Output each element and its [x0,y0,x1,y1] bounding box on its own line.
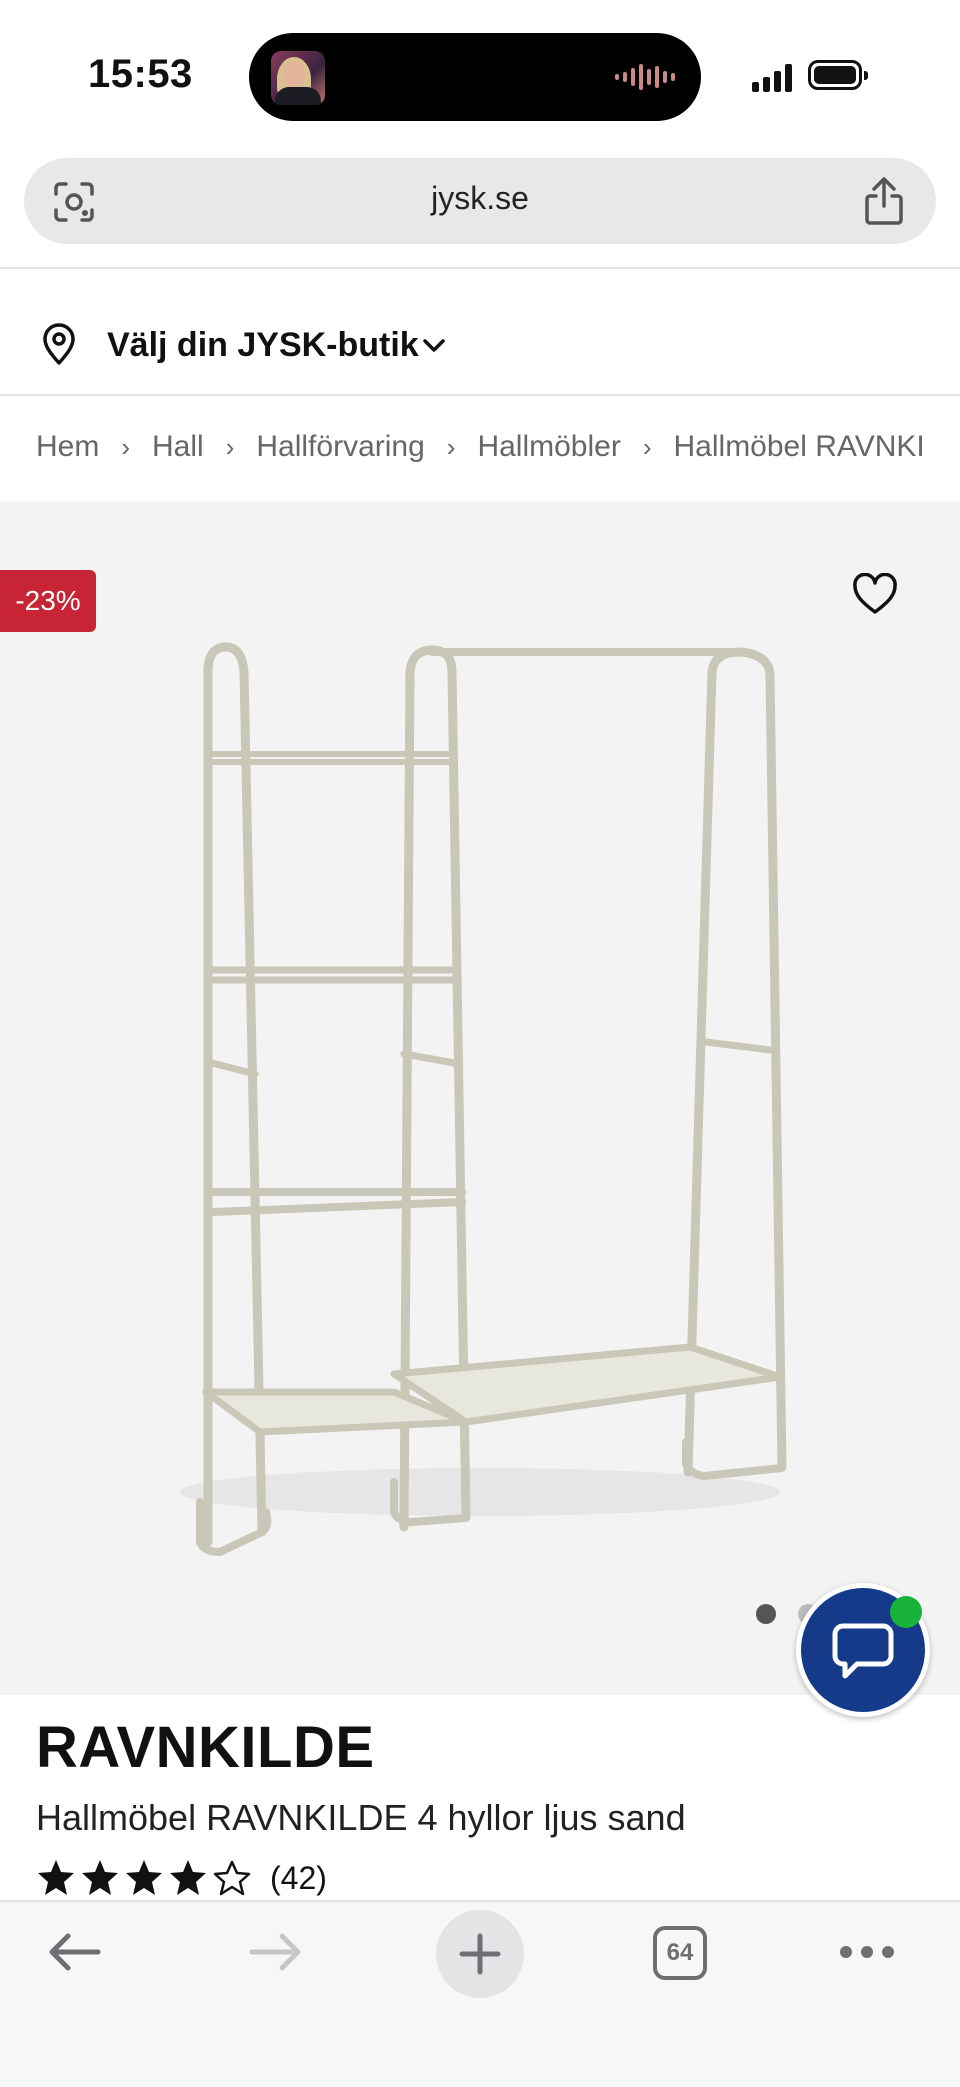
product-description: Hallmöbel RAVNKILDE 4 hyllor ljus sand [36,1797,686,1838]
store-selector-button[interactable]: Välj din JYSK-butik [107,326,419,365]
carousel-dot-active[interactable] [756,1604,776,1624]
more-icon[interactable] [838,1942,896,1962]
chat-icon [832,1623,894,1679]
status-time: 15:53 [88,52,193,96]
chevron-down-icon[interactable] [420,332,448,360]
chevron-right-icon: › [225,431,235,462]
now-playing-artwork [271,51,325,105]
tabs-icon[interactable]: 64 [653,1926,707,1980]
breadcrumb-item[interactable]: Hall [152,430,204,464]
breadcrumb-item[interactable]: Hem [36,430,99,464]
review-count: (42) [270,1859,327,1896]
dynamic-island[interactable] [249,33,701,121]
breadcrumb-item[interactable]: Hallmöbler [477,430,620,464]
star-icon [170,1860,206,1895]
breadcrumb-item[interactable]: Hallförvaring [256,430,424,464]
address-bar[interactable]: jysk.se [24,158,936,244]
breadcrumb-item[interactable]: Hallmöbel RAVNKI [674,430,925,464]
discount-badge: -23% [0,570,96,632]
product-rating[interactable]: (42) [36,1858,327,1898]
share-icon[interactable] [862,176,906,226]
product-title: RAVNKILDE [36,1715,375,1780]
cellular-signal-icon [752,62,792,92]
back-arrow-icon[interactable] [46,1930,102,1974]
location-pin-icon [43,323,75,365]
star-icon [126,1860,162,1895]
star-icon [82,1860,118,1895]
star-empty-icon [213,1860,251,1896]
star-icon [38,1860,74,1895]
chevron-right-icon: › [446,431,456,462]
divider [0,394,960,396]
battery-icon [808,60,868,90]
product-image [180,642,787,1556]
url-text: jysk.se [431,180,529,216]
new-tab-button[interactable] [436,1910,524,1998]
product-image-carousel[interactable] [0,502,960,1695]
chevron-right-icon: › [121,431,131,462]
heart-icon[interactable] [852,573,898,615]
divider [0,267,960,269]
chevron-right-icon: › [642,431,652,462]
breadcrumb: Hem › Hall › Hallförvaring › Hallmöbler … [36,430,925,464]
audio-waveform-icon [615,63,675,91]
plus-icon [459,1933,501,1975]
online-indicator [890,1596,922,1628]
forward-arrow-icon[interactable] [248,1930,304,1974]
